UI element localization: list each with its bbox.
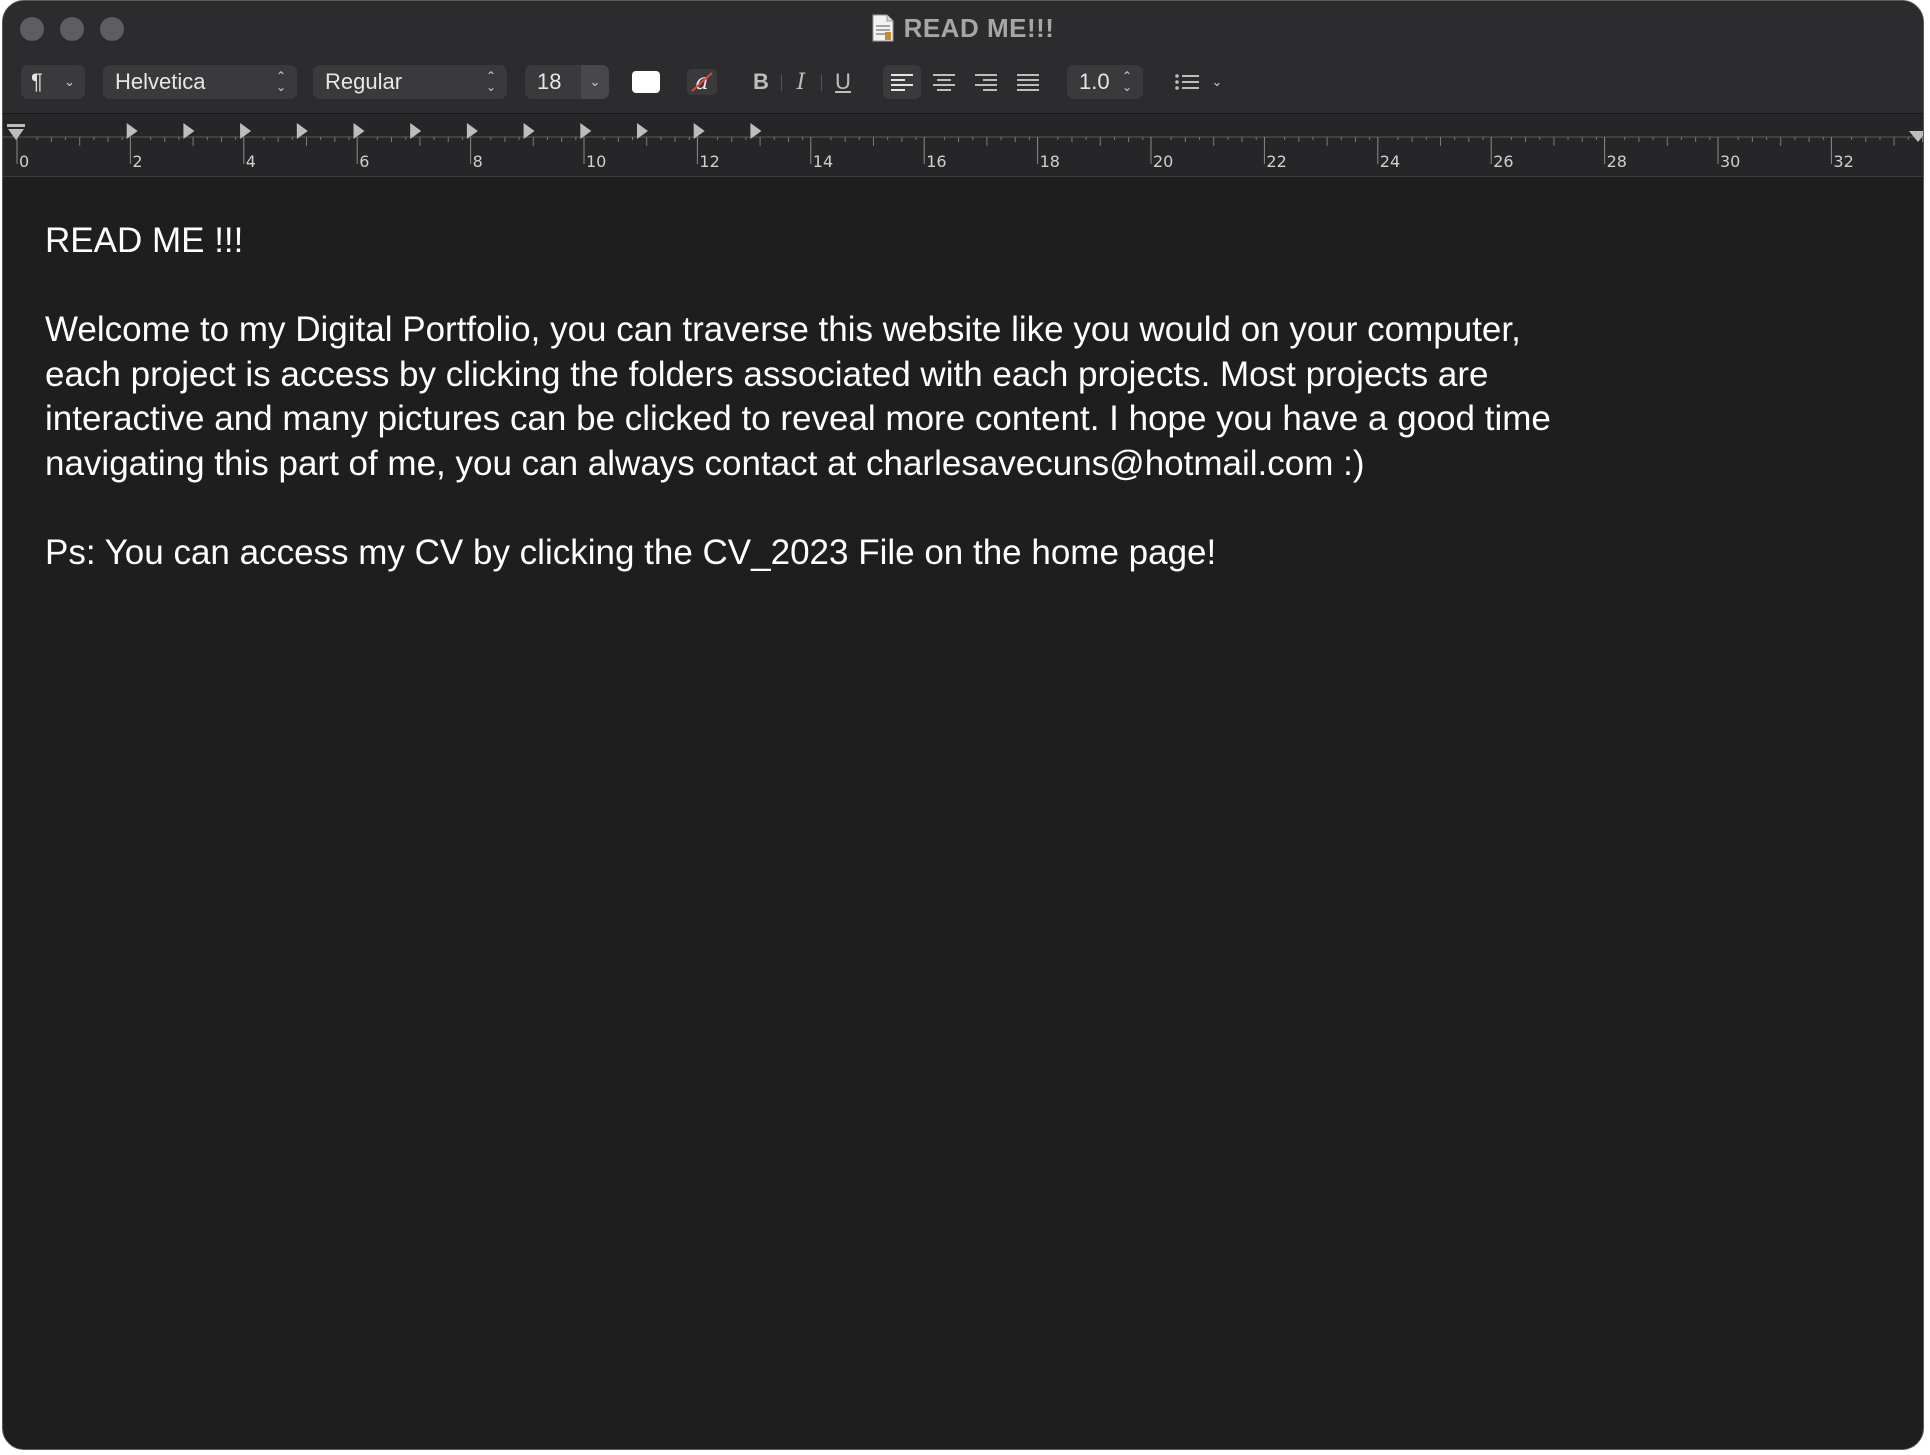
ps-line: Ps: You can access my CV by clicking the… [45, 532, 1217, 572]
line-spacing-popup[interactable]: 1.0 ⌃ ⌄ [1067, 65, 1143, 99]
justify-icon [1017, 74, 1039, 91]
highlight-color-button[interactable]: a [687, 69, 717, 95]
text-color-swatch[interactable] [632, 71, 660, 93]
align-right-button[interactable] [967, 65, 1005, 99]
ruler-label: 24 [1379, 152, 1401, 171]
ruler-label: 16 [926, 152, 947, 171]
align-center-icon [933, 74, 955, 91]
ruler-label: 6 [359, 152, 370, 171]
left-indent-marker[interactable] [7, 124, 25, 140]
align-left-icon [891, 74, 913, 91]
ruler-label: 12 [699, 152, 720, 171]
up-down-chevron-icon: ⌃ ⌄ [485, 69, 497, 94]
ruler-label: 30 [1720, 152, 1741, 171]
underline-button[interactable]: U [829, 65, 857, 99]
paragraph-line: each project is access by clicking the f… [45, 354, 1489, 394]
list-style-popup[interactable]: ⌄ [1167, 65, 1229, 99]
paragraph-icon: ¶ [31, 69, 43, 94]
ruler-label: 18 [1039, 152, 1060, 171]
paragraph-line: interactive and many pictures can be cli… [45, 399, 1551, 438]
no-color-slash-icon [691, 72, 713, 92]
title-bar[interactable]: READ ME!!! [3, 1, 1923, 55]
document-text[interactable]: READ ME !!! Welcome to my Digital Portfo… [45, 219, 1645, 575]
bullet-list-icon [1174, 74, 1199, 90]
chevron-down-icon: ⌄ [1211, 74, 1223, 89]
align-center-button[interactable] [925, 65, 963, 99]
ruler-label: 28 [1606, 152, 1627, 171]
up-down-chevron-icon: ⌃ ⌄ [1121, 69, 1133, 94]
ruler-label: 10 [586, 152, 607, 171]
line-spacing-value: 1.0 [1079, 69, 1110, 94]
ruler-label: 22 [1266, 152, 1287, 171]
font-style-popup[interactable]: Regular ⌃ ⌄ [313, 65, 507, 99]
document-heading: READ ME !!! [45, 221, 244, 260]
align-right-icon [975, 74, 997, 91]
ruler-ticks [3, 123, 1923, 164]
ruler[interactable]: 0 2 4 6 8 10 12 14 16 18 20 22 24 26 28 30 32 [3, 114, 1923, 177]
paragraph-line: Welcome to my Digital Portfolio, you can… [45, 310, 1521, 349]
ruler-label: 32 [1833, 152, 1854, 171]
document-area[interactable]: READ ME !!! Welcome to my Digital Portfo… [3, 177, 1923, 1449]
font-size-value[interactable]: 18 [525, 65, 581, 99]
textedit-window: READ ME!!! ¶ ⌄ Helvetica ⌃ ⌄ Regular ⌃ ⌄ 1… [2, 0, 1924, 1450]
ruler-label: 4 [245, 152, 256, 171]
up-down-chevron-icon: ⌃ ⌄ [275, 69, 287, 94]
format-toolbar: ¶ ⌄ Helvetica ⌃⌄ Regular ⌃⌄ 18 ⌄ a B I U [3, 55, 1923, 114]
ruler-label: 26 [1493, 152, 1514, 171]
font-family-popup[interactable]: Helvetica ⌃ ⌄ [103, 65, 297, 99]
justify-button[interactable] [1009, 65, 1047, 99]
paragraph-style-popup[interactable]: ¶ ⌄ [21, 65, 85, 99]
window-title-group: READ ME!!! [3, 1, 1923, 55]
bold-button[interactable]: B [747, 65, 775, 99]
window-title: READ ME!!! [903, 12, 1055, 43]
font-size-dropdown-icon[interactable]: ⌄ [581, 65, 609, 99]
chevron-down-icon: ⌄ [64, 74, 75, 89]
divider [821, 75, 822, 91]
ruler-label: 14 [812, 152, 834, 171]
font-style-value: Regular [325, 69, 403, 94]
ruler-label: 2 [132, 152, 143, 171]
align-left-button[interactable] [883, 65, 921, 99]
font-family-value: Helvetica [115, 69, 206, 94]
italic-button[interactable]: I [787, 65, 815, 99]
ruler-label: 0 [19, 152, 30, 171]
divider [781, 75, 782, 91]
font-size-combo[interactable]: 18 ⌄ [525, 65, 609, 99]
ruler-label: 20 [1153, 152, 1174, 171]
document-icon [872, 14, 894, 42]
ruler-label: 8 [472, 152, 483, 171]
paragraph-line: navigating this part of me, you can alwa… [45, 443, 1365, 483]
